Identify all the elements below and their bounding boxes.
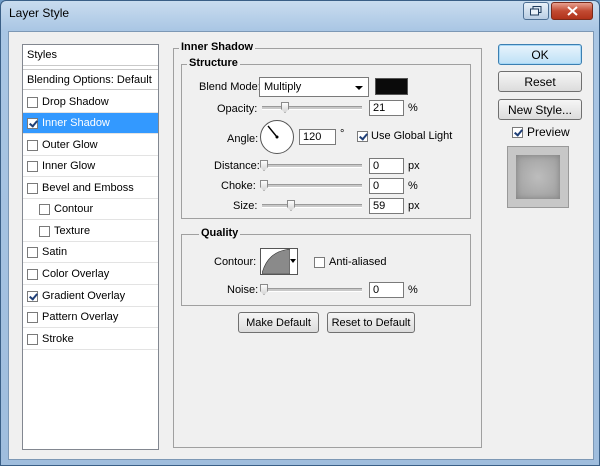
new-style-button[interactable]: New Style... xyxy=(498,99,582,120)
preview-checkbox[interactable] xyxy=(512,127,523,138)
stroke-checkbox[interactable] xyxy=(27,333,38,345)
chevron-down-icon xyxy=(355,86,363,90)
style-item-pattern-overlay[interactable]: Pattern Overlay xyxy=(23,307,158,328)
opacity-unit: % xyxy=(408,102,418,114)
contour-checkbox[interactable] xyxy=(39,203,50,215)
style-preview-thumbnail xyxy=(507,146,569,208)
style-item-color-overlay[interactable]: Color Overlay xyxy=(23,264,158,285)
opacity-input[interactable]: 21 xyxy=(369,100,404,116)
texture-checkbox[interactable] xyxy=(39,225,50,237)
blend-mode-select[interactable]: Multiply xyxy=(259,77,369,97)
structure-title: Structure xyxy=(187,57,240,69)
choke-input[interactable]: 0 xyxy=(369,178,404,194)
inner-glow-checkbox[interactable] xyxy=(27,160,38,172)
pattern-overlay-checkbox[interactable] xyxy=(27,311,38,323)
style-item-inner-shadow[interactable]: Inner Shadow xyxy=(23,113,158,134)
noise-label: Noise: xyxy=(227,284,259,296)
blend-mode-label: Blend Mode: xyxy=(199,81,261,93)
choke-slider-track[interactable] xyxy=(262,184,362,188)
styles-list: Styles Blending Options: Default Drop Sh… xyxy=(22,44,159,450)
use-global-light-label: Use Global Light xyxy=(371,130,453,142)
size-label: Size: xyxy=(233,200,258,212)
style-item-outer-glow[interactable]: Outer Glow xyxy=(23,135,158,156)
window-title: Layer Style xyxy=(9,6,70,20)
angle-needle-icon xyxy=(267,125,279,139)
styles-header[interactable]: Styles xyxy=(23,45,158,66)
contour-dropdown-arrow-icon[interactable] xyxy=(290,259,296,263)
choke-unit: % xyxy=(408,180,418,192)
style-item-inner-glow[interactable]: Inner Glow xyxy=(23,156,158,177)
contour-curve-icon xyxy=(262,249,290,274)
blend-mode-value: Multiply xyxy=(264,81,302,93)
angle-dial[interactable] xyxy=(260,120,294,154)
style-item-bevel-emboss[interactable]: Bevel and Emboss xyxy=(23,178,158,199)
noise-input[interactable]: 0 xyxy=(369,282,404,298)
inner-shadow-checkbox[interactable] xyxy=(27,117,38,129)
title-bar[interactable]: Layer Style xyxy=(1,1,599,27)
angle-label: Angle: xyxy=(227,133,259,145)
preview-label: Preview xyxy=(527,125,570,139)
style-item-texture[interactable]: Texture xyxy=(23,221,158,242)
outer-glow-checkbox[interactable] xyxy=(27,139,38,151)
dialog-client: Styles Blending Options: Default Drop Sh… xyxy=(8,31,594,460)
size-unit: px xyxy=(408,200,420,212)
distance-label: Distance: xyxy=(214,160,260,172)
anti-aliased-checkbox[interactable] xyxy=(314,257,325,268)
style-item-contour[interactable]: Contour xyxy=(23,199,158,220)
choke-label: Choke: xyxy=(221,180,256,192)
angle-input[interactable]: 120 xyxy=(299,129,336,145)
contour-label: Contour: xyxy=(214,256,257,268)
size-input[interactable]: 59 xyxy=(369,198,404,214)
quality-group xyxy=(181,234,471,306)
distance-input[interactable]: 0 xyxy=(369,158,404,174)
preview-swatch xyxy=(516,155,560,199)
color-overlay-checkbox[interactable] xyxy=(27,268,38,280)
restore-button[interactable] xyxy=(523,2,549,20)
satin-checkbox[interactable] xyxy=(27,246,38,258)
opacity-slider-track[interactable] xyxy=(262,106,362,110)
noise-slider-track[interactable] xyxy=(262,288,362,292)
style-item-stroke[interactable]: Stroke xyxy=(23,329,158,350)
restore-icon xyxy=(530,6,542,16)
contour-picker[interactable] xyxy=(260,248,298,275)
size-slider-track[interactable] xyxy=(262,204,362,208)
close-button[interactable] xyxy=(551,2,593,20)
style-item-satin[interactable]: Satin xyxy=(23,242,158,263)
distance-slider-track[interactable] xyxy=(262,164,362,168)
inner-shadow-title: Inner Shadow xyxy=(179,41,256,53)
angle-unit: ° xyxy=(340,128,345,140)
opacity-label: Opacity: xyxy=(217,103,258,115)
close-icon xyxy=(566,6,578,16)
layer-style-window: Layer Style Styles Blending Options: Def… xyxy=(0,0,600,466)
gradient-overlay-checkbox[interactable] xyxy=(27,290,38,302)
drop-shadow-checkbox[interactable] xyxy=(27,96,38,108)
ok-button[interactable]: OK xyxy=(498,44,582,65)
style-item-gradient-overlay[interactable]: Gradient Overlay xyxy=(23,286,158,307)
style-item-drop-shadow[interactable]: Drop Shadow xyxy=(23,92,158,113)
make-default-button[interactable]: Make Default xyxy=(238,312,319,333)
reset-to-default-button[interactable]: Reset to Default xyxy=(327,312,415,333)
blending-options-item[interactable]: Blending Options: Default xyxy=(23,69,158,90)
shadow-color-swatch[interactable] xyxy=(375,78,408,95)
anti-aliased-label: Anti-aliased xyxy=(329,256,387,268)
use-global-light-checkbox[interactable] xyxy=(357,131,368,142)
noise-unit: % xyxy=(408,284,418,296)
quality-title: Quality xyxy=(199,227,241,239)
reset-button[interactable]: Reset xyxy=(498,71,582,92)
distance-unit: px xyxy=(408,160,420,172)
bevel-emboss-checkbox[interactable] xyxy=(27,182,38,194)
